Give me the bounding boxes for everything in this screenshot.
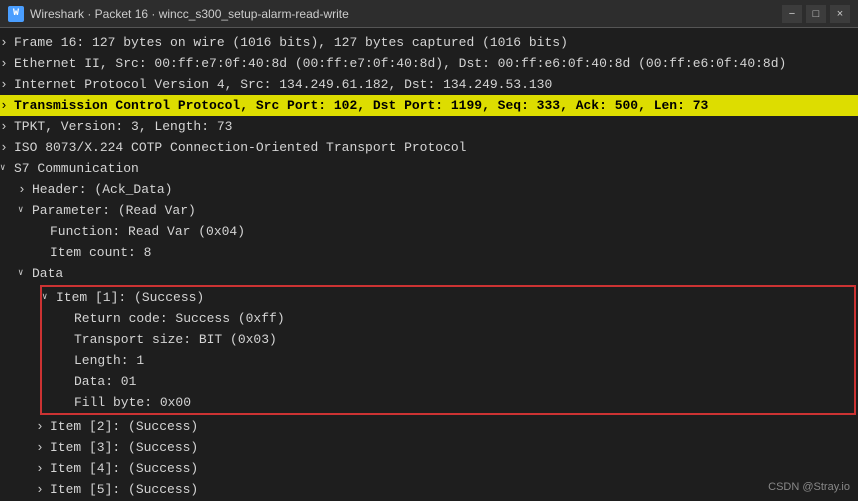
- row-text-item2: Item [2]: (Success): [50, 417, 854, 436]
- row-text-item1_len: Length: 1: [74, 351, 850, 370]
- tree-row-ethernet[interactable]: ›Ethernet II, Src: 00:ff:e7:0f:40:8d (00…: [0, 53, 858, 74]
- window-title: Wireshark · Packet 16 · wincc_s300_setup…: [30, 7, 349, 21]
- title-controls[interactable]: − □ ×: [782, 5, 850, 23]
- tree-row-data[interactable]: ∨Data: [0, 263, 858, 284]
- tree-row-item1_data[interactable]: Data: 01: [42, 371, 854, 392]
- row-text-item1_data: Data: 01: [74, 372, 850, 391]
- row-text-item1_rc: Return code: Success (0xff): [74, 309, 850, 328]
- row-text-data: Data: [32, 264, 854, 283]
- row-text-tpkt: TPKT, Version: 3, Length: 73: [14, 117, 854, 136]
- watermark: CSDN @Stray.io: [768, 481, 850, 493]
- expand-icon-item3[interactable]: ›: [36, 438, 50, 457]
- item1-redbox: ∨Item [1]: (Success)Return code: Success…: [40, 285, 856, 415]
- row-text-item4: Item [4]: (Success): [50, 459, 854, 478]
- close-button[interactable]: ×: [830, 5, 850, 23]
- expand-icon-ipv4[interactable]: ›: [0, 75, 14, 94]
- expand-icon-cotp[interactable]: ›: [0, 138, 14, 157]
- app-icon: W: [8, 6, 24, 22]
- tree-row-cotp[interactable]: ›ISO 8073/X.224 COTP Connection-Oriented…: [0, 137, 858, 158]
- expand-icon-tcp[interactable]: ›: [0, 96, 14, 115]
- tree-row-item1_fill[interactable]: Fill byte: 0x00: [42, 392, 854, 413]
- title-bar: W Wireshark · Packet 16 · wincc_s300_set…: [0, 0, 858, 28]
- expand-icon-ethernet[interactable]: ›: [0, 54, 14, 73]
- row-text-tcp: Transmission Control Protocol, Src Port:…: [14, 96, 854, 115]
- tree-row-item1_rc[interactable]: Return code: Success (0xff): [42, 308, 854, 329]
- row-text-itemcount: Item count: 8: [50, 243, 854, 262]
- row-text-ipv4: Internet Protocol Version 4, Src: 134.24…: [14, 75, 854, 94]
- expand-icon-item2[interactable]: ›: [36, 417, 50, 436]
- tree-row-item3[interactable]: ›Item [3]: (Success): [0, 437, 858, 458]
- tree-row-item1_len[interactable]: Length: 1: [42, 350, 854, 371]
- expand-icon-item5[interactable]: ›: [36, 480, 50, 499]
- title-bar-left: W Wireshark · Packet 16 · wincc_s300_set…: [8, 6, 349, 22]
- tree-row-function[interactable]: Function: Read Var (0x04): [0, 221, 858, 242]
- tree-row-header[interactable]: ›Header: (Ack_Data): [0, 179, 858, 200]
- row-text-frame: Frame 16: 127 bytes on wire (1016 bits),…: [14, 33, 854, 52]
- tree-row-ipv4[interactable]: ›Internet Protocol Version 4, Src: 134.2…: [0, 74, 858, 95]
- row-text-ethernet: Ethernet II, Src: 00:ff:e7:0f:40:8d (00:…: [14, 54, 854, 73]
- row-text-item1_ts: Transport size: BIT (0x03): [74, 330, 850, 349]
- expand-icon-data[interactable]: ∨: [18, 264, 32, 283]
- tree-row-tpkt[interactable]: ›TPKT, Version: 3, Length: 73: [0, 116, 858, 137]
- maximize-button[interactable]: □: [806, 5, 826, 23]
- row-text-parameter: Parameter: (Read Var): [32, 201, 854, 220]
- expand-icon-header[interactable]: ›: [18, 180, 32, 199]
- tree-row-parameter[interactable]: ∨Parameter: (Read Var): [0, 200, 858, 221]
- tree-row-item5[interactable]: ›Item [5]: (Success): [0, 479, 858, 500]
- row-text-item5: Item [5]: (Success): [50, 480, 854, 499]
- row-text-item3: Item [3]: (Success): [50, 438, 854, 457]
- expand-icon-frame[interactable]: ›: [0, 33, 14, 52]
- tree-row-tcp[interactable]: ›Transmission Control Protocol, Src Port…: [0, 95, 858, 116]
- packet-detail-panel[interactable]: ›Frame 16: 127 bytes on wire (1016 bits)…: [0, 28, 858, 501]
- expand-icon-tpkt[interactable]: ›: [0, 117, 14, 136]
- tree-row-item1_ts[interactable]: Transport size: BIT (0x03): [42, 329, 854, 350]
- row-text-header: Header: (Ack_Data): [32, 180, 854, 199]
- row-text-function: Function: Read Var (0x04): [50, 222, 854, 241]
- tree-row-item2[interactable]: ›Item [2]: (Success): [0, 416, 858, 437]
- tree-row-itemcount[interactable]: Item count: 8: [0, 242, 858, 263]
- minimize-button[interactable]: −: [782, 5, 802, 23]
- expand-icon-s7comm[interactable]: ∨: [0, 159, 14, 178]
- expand-icon-parameter[interactable]: ∨: [18, 201, 32, 220]
- tree-row-item4[interactable]: ›Item [4]: (Success): [0, 458, 858, 479]
- tree-row-item1_boxed[interactable]: ∨Item [1]: (Success): [42, 287, 854, 308]
- row-text-s7comm: S7 Communication: [14, 159, 854, 178]
- row-text-item1_fill: Fill byte: 0x00: [74, 393, 850, 412]
- expand-icon-item4[interactable]: ›: [36, 459, 50, 478]
- expand-icon-item1_boxed[interactable]: ∨: [42, 288, 56, 307]
- tree-row-frame[interactable]: ›Frame 16: 127 bytes on wire (1016 bits)…: [0, 32, 858, 53]
- row-text-item1_boxed: Item [1]: (Success): [56, 288, 850, 307]
- tree-row-s7comm[interactable]: ∨S7 Communication: [0, 158, 858, 179]
- row-text-cotp: ISO 8073/X.224 COTP Connection-Oriented …: [14, 138, 854, 157]
